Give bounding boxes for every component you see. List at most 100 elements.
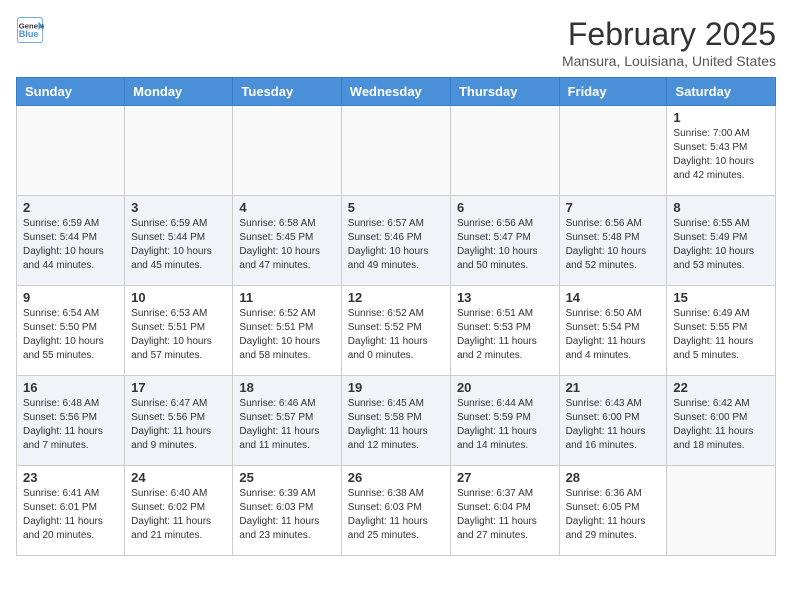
weekday-header: Thursday — [450, 78, 559, 106]
day-info: Sunrise: 6:40 AM Sunset: 6:02 PM Dayligh… — [131, 487, 226, 543]
day-info: Sunrise: 6:52 AM Sunset: 5:51 PM Dayligh… — [239, 307, 334, 363]
calendar-week-row: 1 Sunrise: 7:00 AM Sunset: 5:43 PM Daylig… — [17, 106, 776, 196]
day-info: Sunrise: 6:53 AM Sunset: 5:51 PM Dayligh… — [131, 307, 226, 363]
calendar-cell — [125, 106, 233, 196]
day-number: 20 — [457, 380, 553, 395]
day-number: 2 — [23, 200, 118, 215]
calendar-cell — [17, 106, 125, 196]
day-number: 26 — [348, 470, 444, 485]
day-number: 16 — [23, 380, 118, 395]
day-info: Sunrise: 6:47 AM Sunset: 5:56 PM Dayligh… — [131, 397, 226, 453]
calendar-week-row: 16 Sunrise: 6:48 AM Sunset: 5:56 PM Dayli… — [17, 376, 776, 466]
logo: General Blue — [16, 16, 44, 44]
calendar-cell: 16 Sunrise: 6:48 AM Sunset: 5:56 PM Dayli… — [17, 376, 125, 466]
calendar-week-row: 23 Sunrise: 6:41 AM Sunset: 6:01 PM Dayli… — [17, 466, 776, 556]
day-number: 10 — [131, 290, 226, 305]
title-block: February 2025 Mansura, Louisiana, United… — [562, 16, 776, 69]
svg-text:Blue: Blue — [19, 29, 39, 39]
calendar-cell: 12 Sunrise: 6:52 AM Sunset: 5:52 PM Dayli… — [341, 286, 450, 376]
calendar-cell — [667, 466, 776, 556]
calendar-cell: 22 Sunrise: 6:42 AM Sunset: 6:00 PM Dayli… — [667, 376, 776, 466]
day-info: Sunrise: 6:59 AM Sunset: 5:44 PM Dayligh… — [131, 217, 226, 273]
day-info: Sunrise: 6:39 AM Sunset: 6:03 PM Dayligh… — [239, 487, 334, 543]
day-number: 24 — [131, 470, 226, 485]
calendar-cell: 23 Sunrise: 6:41 AM Sunset: 6:01 PM Dayli… — [17, 466, 125, 556]
calendar-cell: 6 Sunrise: 6:56 AM Sunset: 5:47 PM Daylig… — [450, 196, 559, 286]
day-info: Sunrise: 6:49 AM Sunset: 5:55 PM Dayligh… — [673, 307, 769, 363]
day-info: Sunrise: 6:52 AM Sunset: 5:52 PM Dayligh… — [348, 307, 444, 363]
calendar-cell: 13Sunrise: 6:51 AM Sunset: 5:53 PM Dayli… — [450, 286, 559, 376]
day-info: Sunrise: 6:36 AM Sunset: 6:05 PM Dayligh… — [566, 487, 661, 543]
day-info: Sunrise: 6:57 AM Sunset: 5:46 PM Dayligh… — [348, 217, 444, 273]
day-number: 12 — [348, 290, 444, 305]
calendar-cell: 19 Sunrise: 6:45 AM Sunset: 5:58 PM Dayli… — [341, 376, 450, 466]
day-info: Sunrise: 6:37 AM Sunset: 6:04 PM Dayligh… — [457, 487, 553, 543]
day-info: Sunrise: 7:00 AM Sunset: 5:43 PM Dayligh… — [673, 127, 769, 183]
calendar-week-row: 2 Sunrise: 6:59 AM Sunset: 5:44 PM Daylig… — [17, 196, 776, 286]
location: Mansura, Louisiana, United States — [562, 53, 776, 69]
day-number: 1 — [673, 110, 769, 125]
day-number: 14 — [566, 290, 661, 305]
calendar-cell: 3 Sunrise: 6:59 AM Sunset: 5:44 PM Daylig… — [125, 196, 233, 286]
day-number: 21 — [566, 380, 661, 395]
day-info: Sunrise: 6:45 AM Sunset: 5:58 PM Dayligh… — [348, 397, 444, 453]
calendar-cell: 7Sunrise: 6:56 AM Sunset: 5:48 PM Daylig… — [559, 196, 667, 286]
day-info: Sunrise: 6:38 AM Sunset: 6:03 PM Dayligh… — [348, 487, 444, 543]
weekday-header-row: SundayMondayTuesdayWednesdayThursdayFrid… — [17, 78, 776, 106]
day-info: Sunrise: 6:46 AM Sunset: 5:57 PM Dayligh… — [239, 397, 334, 453]
day-number: 15 — [673, 290, 769, 305]
calendar-cell: 27 Sunrise: 6:37 AM Sunset: 6:04 PM Dayli… — [450, 466, 559, 556]
day-info: Sunrise: 6:42 AM Sunset: 6:00 PM Dayligh… — [673, 397, 769, 453]
day-number: 6 — [457, 200, 553, 215]
calendar-cell: 10 Sunrise: 6:53 AM Sunset: 5:51 PM Dayli… — [125, 286, 233, 376]
calendar-cell — [233, 106, 341, 196]
day-number: 18 — [239, 380, 334, 395]
calendar-cell: 21Sunrise: 6:43 AM Sunset: 6:00 PM Dayli… — [559, 376, 667, 466]
calendar-cell: 18 Sunrise: 6:46 AM Sunset: 5:57 PM Dayli… — [233, 376, 341, 466]
logo-icon: General Blue — [16, 16, 44, 44]
calendar-cell: 8 Sunrise: 6:55 AM Sunset: 5:49 PM Daylig… — [667, 196, 776, 286]
weekday-header: Monday — [125, 78, 233, 106]
day-info: Sunrise: 6:50 AM Sunset: 5:54 PM Dayligh… — [566, 307, 661, 363]
day-number: 17 — [131, 380, 226, 395]
calendar-cell: 1 Sunrise: 7:00 AM Sunset: 5:43 PM Daylig… — [667, 106, 776, 196]
month-title: February 2025 — [562, 16, 776, 53]
calendar-cell: 15 Sunrise: 6:49 AM Sunset: 5:55 PM Dayli… — [667, 286, 776, 376]
day-number: 11 — [239, 290, 334, 305]
calendar-cell: 20 Sunrise: 6:44 AM Sunset: 5:59 PM Dayli… — [450, 376, 559, 466]
day-number: 5 — [348, 200, 444, 215]
day-info: Sunrise: 6:56 AM Sunset: 5:47 PM Dayligh… — [457, 217, 553, 273]
calendar-table: SundayMondayTuesdayWednesdayThursdayFrid… — [16, 77, 776, 556]
day-number: 3 — [131, 200, 226, 215]
weekday-header: Wednesday — [341, 78, 450, 106]
calendar-cell — [450, 106, 559, 196]
day-number: 19 — [348, 380, 444, 395]
calendar-cell: 24 Sunrise: 6:40 AM Sunset: 6:02 PM Dayli… — [125, 466, 233, 556]
calendar-cell — [559, 106, 667, 196]
day-number: 9 — [23, 290, 118, 305]
day-number: 28 — [566, 470, 661, 485]
day-number: 22 — [673, 380, 769, 395]
day-info: Sunrise: 6:48 AM Sunset: 5:56 PM Dayligh… — [23, 397, 118, 453]
day-info: Sunrise: 6:55 AM Sunset: 5:49 PM Dayligh… — [673, 217, 769, 273]
weekday-header: Tuesday — [233, 78, 341, 106]
weekday-header: Saturday — [667, 78, 776, 106]
calendar-cell: 17 Sunrise: 6:47 AM Sunset: 5:56 PM Dayli… — [125, 376, 233, 466]
day-number: 23 — [23, 470, 118, 485]
calendar-cell: 2 Sunrise: 6:59 AM Sunset: 5:44 PM Daylig… — [17, 196, 125, 286]
calendar-cell: 5 Sunrise: 6:57 AM Sunset: 5:46 PM Daylig… — [341, 196, 450, 286]
calendar-cell: 25Sunrise: 6:39 AM Sunset: 6:03 PM Dayli… — [233, 466, 341, 556]
day-number: 8 — [673, 200, 769, 215]
day-info: Sunrise: 6:51 AM Sunset: 5:53 PM Dayligh… — [457, 307, 553, 363]
calendar-cell: 26 Sunrise: 6:38 AM Sunset: 6:03 PM Dayli… — [341, 466, 450, 556]
weekday-header: Friday — [559, 78, 667, 106]
calendar-cell: 4Sunrise: 6:58 AM Sunset: 5:45 PM Daylig… — [233, 196, 341, 286]
day-info: Sunrise: 6:54 AM Sunset: 5:50 PM Dayligh… — [23, 307, 118, 363]
weekday-header: Sunday — [17, 78, 125, 106]
day-info: Sunrise: 6:59 AM Sunset: 5:44 PM Dayligh… — [23, 217, 118, 273]
day-info: Sunrise: 6:56 AM Sunset: 5:48 PM Dayligh… — [566, 217, 661, 273]
day-info: Sunrise: 6:44 AM Sunset: 5:59 PM Dayligh… — [457, 397, 553, 453]
day-number: 27 — [457, 470, 553, 485]
day-info: Sunrise: 6:41 AM Sunset: 6:01 PM Dayligh… — [23, 487, 118, 543]
calendar-cell: 14 Sunrise: 6:50 AM Sunset: 5:54 PM Dayli… — [559, 286, 667, 376]
